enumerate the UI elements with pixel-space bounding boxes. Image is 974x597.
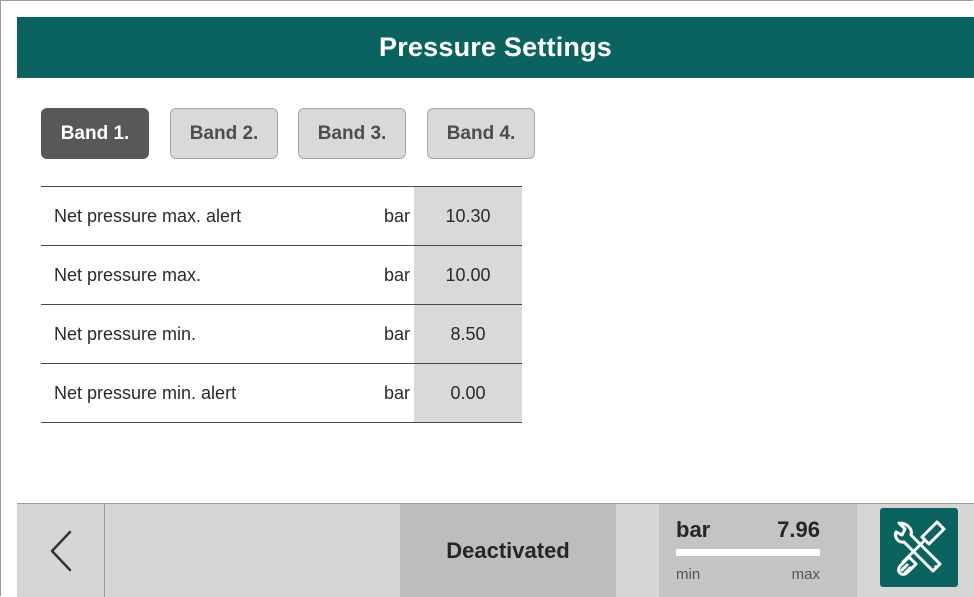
setting-label: Net pressure min. alert	[54, 383, 237, 403]
wrench-screwdriver-icon	[894, 520, 946, 576]
tab-label: Band 2.	[189, 122, 259, 144]
setting-unit: bar	[383, 324, 410, 344]
gauge-max-label: max	[791, 566, 820, 583]
bottom-bar: Deactivated bar 7.96 min max	[17, 503, 974, 597]
setting-label: Net pressure max.	[54, 265, 202, 285]
setting-label: Net pressure max. alert	[54, 206, 242, 226]
setting-value-input[interactable]: 10.00	[414, 246, 522, 304]
tab-label: Band 4.	[446, 122, 516, 144]
settings-table: Net pressure max. alert bar 10.30 Net pr…	[41, 186, 522, 423]
back-button[interactable]	[17, 504, 105, 597]
header-bar: Pressure Settings	[17, 17, 974, 78]
settings-row-max: Net pressure max. bar 10.00	[41, 245, 522, 304]
tab-band-1[interactable]: Band 1.	[41, 108, 149, 159]
status-indicator: Deactivated	[400, 504, 616, 597]
setting-unit: bar	[383, 265, 410, 285]
settings-row-min: Net pressure min. bar 8.50	[41, 304, 522, 363]
tab-label: Band 3.	[317, 122, 387, 144]
tab-band-2[interactable]: Band 2.	[170, 108, 278, 159]
tab-band-4[interactable]: Band 4.	[427, 108, 535, 159]
gauge-value: 7.96	[777, 517, 820, 542]
gauge-unit: bar	[676, 517, 711, 542]
page-title: Pressure Settings	[379, 32, 612, 62]
chevron-left-icon	[50, 530, 72, 572]
pressure-gauge: bar 7.96 min max	[659, 504, 857, 597]
setting-value-input[interactable]: 0.00	[414, 364, 522, 422]
setting-unit: bar	[383, 206, 410, 226]
setting-label: Net pressure min.	[54, 324, 197, 344]
setting-value-input[interactable]: 10.30	[414, 187, 522, 245]
settings-row-min-alert: Net pressure min. alert bar 0.00	[41, 363, 522, 423]
status-text: Deactivated	[446, 537, 570, 563]
setting-value-input[interactable]: 8.50	[414, 305, 522, 363]
gauge-bar	[676, 549, 820, 556]
setting-unit: bar	[383, 383, 410, 403]
tab-band-3[interactable]: Band 3.	[298, 108, 406, 159]
gauge-min-label: min	[676, 566, 701, 583]
settings-row-max-alert: Net pressure max. alert bar 10.30	[41, 186, 522, 245]
tools-button[interactable]	[880, 508, 958, 587]
tab-label: Band 1.	[60, 122, 130, 144]
